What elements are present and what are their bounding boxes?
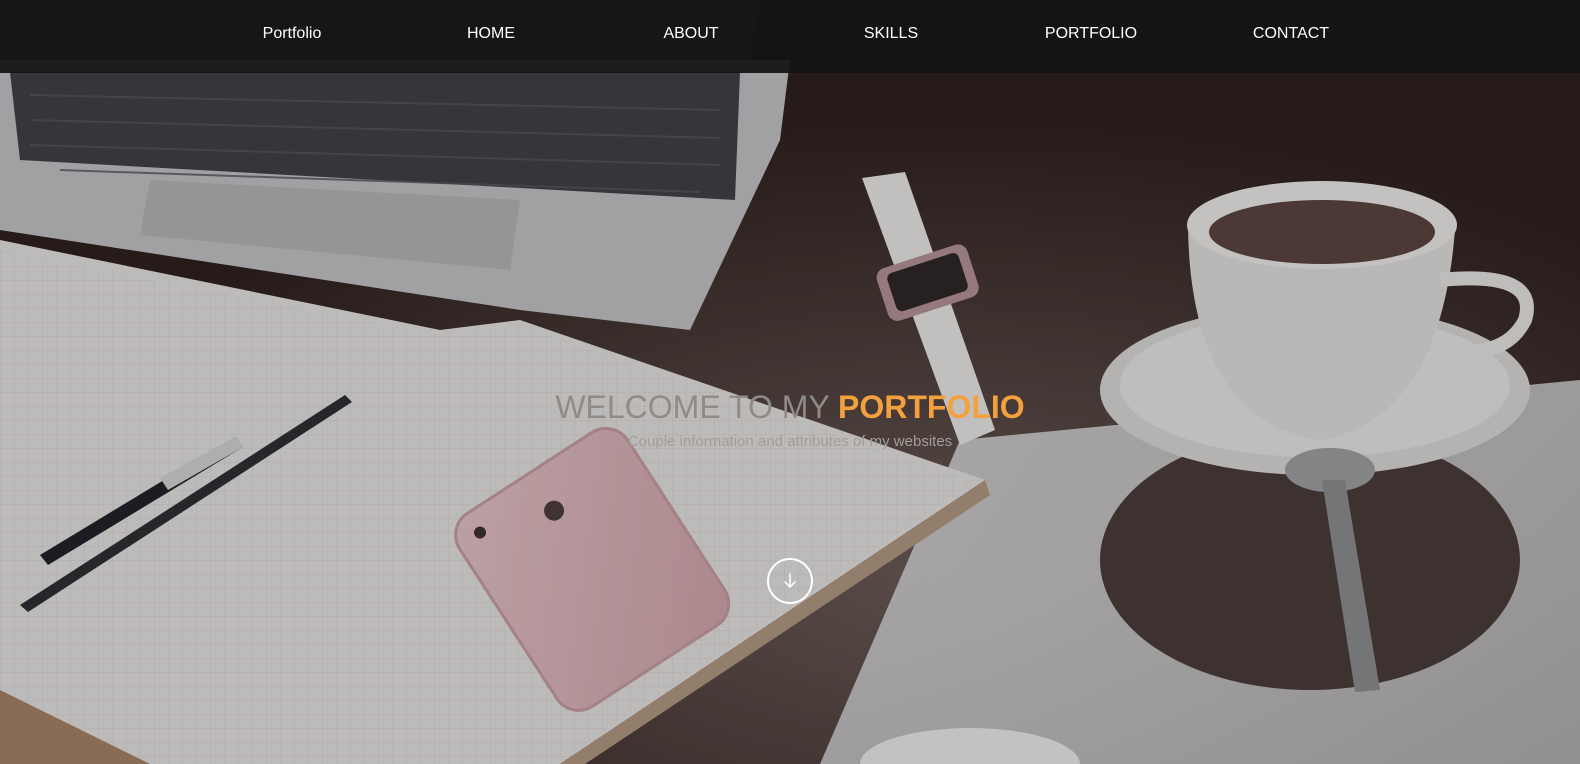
nav-item-portfolio[interactable]: PORTFOLIO — [981, 24, 1201, 44]
nav-item-home[interactable]: HOME — [381, 24, 601, 44]
nav-item-about[interactable]: ABOUT — [581, 24, 801, 44]
nav-item-skills[interactable]: SKILLS — [781, 24, 1001, 44]
hero-welcome-text: WELCOME TO MY — [555, 389, 830, 425]
hero-highlight-text: PORTFOLIO — [838, 389, 1025, 425]
arrow-down-icon — [784, 573, 796, 588]
nav-brand-link[interactable]: Portfolio — [182, 24, 402, 44]
hero-background-image — [0, 0, 1580, 764]
nav-item-contact[interactable]: CONTACT — [1181, 24, 1401, 44]
scroll-down-button[interactable] — [767, 558, 813, 604]
hero-section: Portfolio HOME ABOUT SKILLS PORTFOLIO CO… — [0, 0, 1580, 764]
top-navbar: Portfolio HOME ABOUT SKILLS PORTFOLIO CO… — [0, 0, 1580, 73]
hero-headline: WELCOME TO MY PORTFOLIO — [0, 387, 1580, 427]
hero-subtitle: Couple information and attributes of my … — [627, 433, 953, 450]
